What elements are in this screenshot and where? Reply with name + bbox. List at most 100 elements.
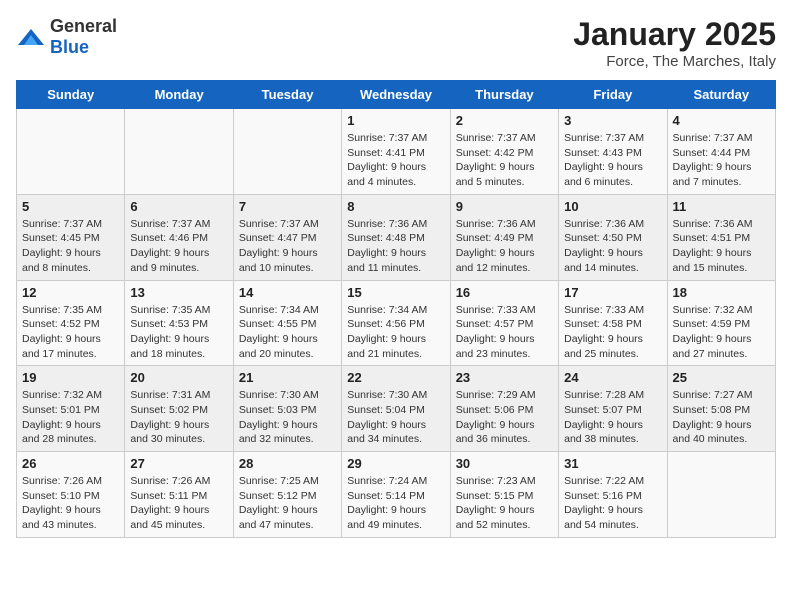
day-cell: 28 Sunrise: 7:25 AM Sunset: 5:12 PM Dayli… — [233, 452, 341, 538]
day-number: 30 — [456, 456, 553, 471]
day-info: Sunrise: 7:25 AM Sunset: 5:12 PM Dayligh… — [239, 474, 336, 533]
day-info: Sunrise: 7:23 AM Sunset: 5:15 PM Dayligh… — [456, 474, 553, 533]
day-number: 8 — [347, 199, 444, 214]
day-cell: 23 Sunrise: 7:29 AM Sunset: 5:06 PM Dayli… — [450, 366, 558, 452]
logo-icon — [16, 25, 46, 49]
day-number: 16 — [456, 285, 553, 300]
day-cell: 18 Sunrise: 7:32 AM Sunset: 4:59 PM Dayli… — [667, 280, 775, 366]
day-cell — [17, 109, 125, 195]
logo-general: General — [50, 16, 117, 36]
logo: General Blue — [16, 16, 117, 58]
day-cell: 20 Sunrise: 7:31 AM Sunset: 5:02 PM Dayli… — [125, 366, 233, 452]
day-number: 13 — [130, 285, 227, 300]
weekday-header-friday: Friday — [559, 81, 667, 109]
title-area: January 2025 Force, The Marches, Italy — [573, 16, 776, 70]
day-cell: 26Sunrise: 7:26 AM Sunset: 5:10 PM Dayli… — [17, 452, 125, 538]
calendar-body: 1 Sunrise: 7:37 AM Sunset: 4:41 PM Daylig… — [17, 109, 776, 538]
day-number: 12 — [22, 285, 119, 300]
day-cell: 29 Sunrise: 7:24 AM Sunset: 5:14 PM Dayli… — [342, 452, 450, 538]
weekday-header-tuesday: Tuesday — [233, 81, 341, 109]
day-info: Sunrise: 7:37 AM Sunset: 4:47 PM Dayligh… — [239, 217, 336, 276]
day-number: 24 — [564, 370, 661, 385]
day-number: 11 — [673, 199, 770, 214]
day-cell: 31Sunrise: 7:22 AM Sunset: 5:16 PM Dayli… — [559, 452, 667, 538]
day-info: Sunrise: 7:37 AM Sunset: 4:43 PM Dayligh… — [564, 131, 661, 190]
day-number: 2 — [456, 113, 553, 128]
day-number: 5 — [22, 199, 119, 214]
week-row-3: 19Sunrise: 7:32 AM Sunset: 5:01 PM Dayli… — [17, 366, 776, 452]
day-number: 4 — [673, 113, 770, 128]
week-row-4: 26Sunrise: 7:26 AM Sunset: 5:10 PM Dayli… — [17, 452, 776, 538]
weekday-header-row: SundayMondayTuesdayWednesdayThursdayFrid… — [17, 81, 776, 109]
day-number: 14 — [239, 285, 336, 300]
day-cell — [667, 452, 775, 538]
page-header: General Blue January 2025 Force, The Mar… — [16, 16, 776, 70]
weekday-header-sunday: Sunday — [17, 81, 125, 109]
day-number: 7 — [239, 199, 336, 214]
day-cell: 2Sunrise: 7:37 AM Sunset: 4:42 PM Daylig… — [450, 109, 558, 195]
day-info: Sunrise: 7:24 AM Sunset: 5:14 PM Dayligh… — [347, 474, 444, 533]
day-number: 15 — [347, 285, 444, 300]
day-number: 31 — [564, 456, 661, 471]
day-number: 18 — [673, 285, 770, 300]
day-number: 9 — [456, 199, 553, 214]
day-info: Sunrise: 7:33 AM Sunset: 4:58 PM Dayligh… — [564, 303, 661, 362]
calendar-header: SundayMondayTuesdayWednesdayThursdayFrid… — [17, 81, 776, 109]
day-info: Sunrise: 7:32 AM Sunset: 5:01 PM Dayligh… — [22, 388, 119, 447]
weekday-header-monday: Monday — [125, 81, 233, 109]
day-number: 23 — [456, 370, 553, 385]
day-cell: 25 Sunrise: 7:27 AM Sunset: 5:08 PM Dayli… — [667, 366, 775, 452]
day-cell: 27Sunrise: 7:26 AM Sunset: 5:11 PM Dayli… — [125, 452, 233, 538]
day-info: Sunrise: 7:31 AM Sunset: 5:02 PM Dayligh… — [130, 388, 227, 447]
day-cell: 14 Sunrise: 7:34 AM Sunset: 4:55 PM Dayli… — [233, 280, 341, 366]
day-number: 21 — [239, 370, 336, 385]
day-cell: 30 Sunrise: 7:23 AM Sunset: 5:15 PM Dayli… — [450, 452, 558, 538]
day-cell: 22 Sunrise: 7:30 AM Sunset: 5:04 PM Dayli… — [342, 366, 450, 452]
day-info: Sunrise: 7:36 AM Sunset: 4:50 PM Dayligh… — [564, 217, 661, 276]
weekday-header-wednesday: Wednesday — [342, 81, 450, 109]
day-cell: 8 Sunrise: 7:36 AM Sunset: 4:48 PM Daylig… — [342, 194, 450, 280]
day-info: Sunrise: 7:35 AM Sunset: 4:52 PM Dayligh… — [22, 303, 119, 362]
day-cell: 11Sunrise: 7:36 AM Sunset: 4:51 PM Dayli… — [667, 194, 775, 280]
day-cell: 5 Sunrise: 7:37 AM Sunset: 4:45 PM Daylig… — [17, 194, 125, 280]
day-cell: 16 Sunrise: 7:33 AM Sunset: 4:57 PM Dayli… — [450, 280, 558, 366]
day-number: 26 — [22, 456, 119, 471]
day-number: 17 — [564, 285, 661, 300]
weekday-header-thursday: Thursday — [450, 81, 558, 109]
day-info: Sunrise: 7:36 AM Sunset: 4:48 PM Dayligh… — [347, 217, 444, 276]
day-info: Sunrise: 7:37 AM Sunset: 4:41 PM Dayligh… — [347, 131, 444, 190]
day-number: 29 — [347, 456, 444, 471]
day-info: Sunrise: 7:27 AM Sunset: 5:08 PM Dayligh… — [673, 388, 770, 447]
week-row-2: 12 Sunrise: 7:35 AM Sunset: 4:52 PM Dayli… — [17, 280, 776, 366]
day-info: Sunrise: 7:37 AM Sunset: 4:45 PM Dayligh… — [22, 217, 119, 276]
day-info: Sunrise: 7:29 AM Sunset: 5:06 PM Dayligh… — [456, 388, 553, 447]
day-cell: 13Sunrise: 7:35 AM Sunset: 4:53 PM Dayli… — [125, 280, 233, 366]
calendar-table: SundayMondayTuesdayWednesdayThursdayFrid… — [16, 80, 776, 538]
month-year: January 2025 — [573, 16, 776, 53]
day-info: Sunrise: 7:33 AM Sunset: 4:57 PM Dayligh… — [456, 303, 553, 362]
week-row-1: 5 Sunrise: 7:37 AM Sunset: 4:45 PM Daylig… — [17, 194, 776, 280]
day-cell: 15 Sunrise: 7:34 AM Sunset: 4:56 PM Dayli… — [342, 280, 450, 366]
day-number: 1 — [347, 113, 444, 128]
day-info: Sunrise: 7:30 AM Sunset: 5:04 PM Dayligh… — [347, 388, 444, 447]
weekday-header-saturday: Saturday — [667, 81, 775, 109]
day-info: Sunrise: 7:34 AM Sunset: 4:55 PM Dayligh… — [239, 303, 336, 362]
day-number: 20 — [130, 370, 227, 385]
day-cell — [125, 109, 233, 195]
day-cell: 9Sunrise: 7:36 AM Sunset: 4:49 PM Daylig… — [450, 194, 558, 280]
day-cell: 24 Sunrise: 7:28 AM Sunset: 5:07 PM Dayli… — [559, 366, 667, 452]
day-cell: 17 Sunrise: 7:33 AM Sunset: 4:58 PM Dayli… — [559, 280, 667, 366]
day-number: 28 — [239, 456, 336, 471]
day-info: Sunrise: 7:34 AM Sunset: 4:56 PM Dayligh… — [347, 303, 444, 362]
week-row-0: 1 Sunrise: 7:37 AM Sunset: 4:41 PM Daylig… — [17, 109, 776, 195]
day-number: 3 — [564, 113, 661, 128]
day-info: Sunrise: 7:37 AM Sunset: 4:44 PM Dayligh… — [673, 131, 770, 190]
logo-blue: Blue — [50, 37, 89, 57]
day-info: Sunrise: 7:32 AM Sunset: 4:59 PM Dayligh… — [673, 303, 770, 362]
day-number: 25 — [673, 370, 770, 385]
location: Force, The Marches, Italy — [573, 53, 776, 70]
day-cell: 1 Sunrise: 7:37 AM Sunset: 4:41 PM Daylig… — [342, 109, 450, 195]
day-number: 22 — [347, 370, 444, 385]
day-info: Sunrise: 7:28 AM Sunset: 5:07 PM Dayligh… — [564, 388, 661, 447]
day-info: Sunrise: 7:37 AM Sunset: 4:46 PM Dayligh… — [130, 217, 227, 276]
